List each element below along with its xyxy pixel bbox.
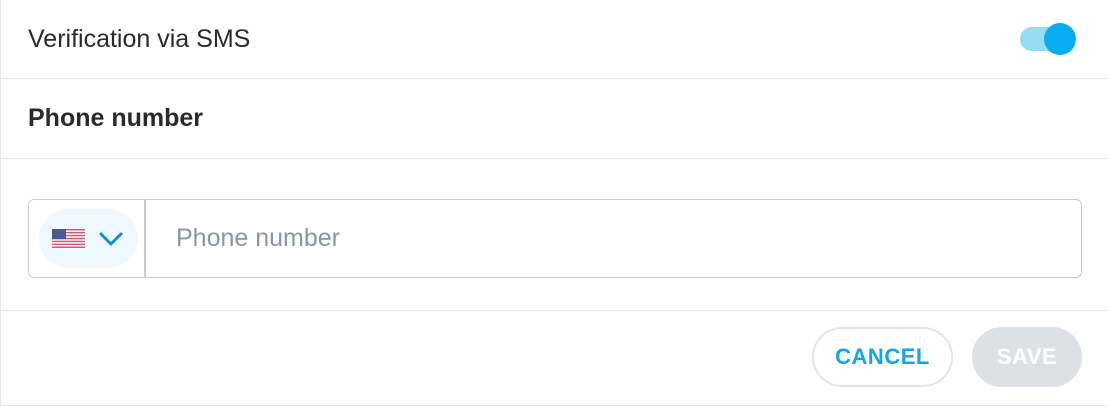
actions-row: CANCEL SAVE	[1, 311, 1107, 405]
phone-number-title: Phone number	[28, 104, 204, 132]
phone-number-input[interactable]	[146, 200, 1081, 277]
sms-verification-toggle[interactable]	[1020, 22, 1076, 56]
sms-verification-row: Verification via SMS	[1, 0, 1107, 79]
sms-verification-panel: Verification via SMS Phone number Phone …	[0, 0, 1107, 406]
toggle-knob	[1044, 23, 1076, 55]
phone-input-group	[28, 199, 1082, 278]
chevron-down-icon	[99, 232, 123, 246]
country-code-selector[interactable]	[29, 200, 146, 277]
phone-input-row	[1, 159, 1107, 311]
cancel-button[interactable]: CANCEL	[812, 327, 953, 387]
sms-verification-label: Verification via SMS	[28, 24, 251, 53]
phone-number-header-row: Phone number	[1, 79, 1107, 159]
save-button[interactable]: SAVE	[972, 327, 1082, 387]
us-flag-icon	[52, 229, 85, 248]
